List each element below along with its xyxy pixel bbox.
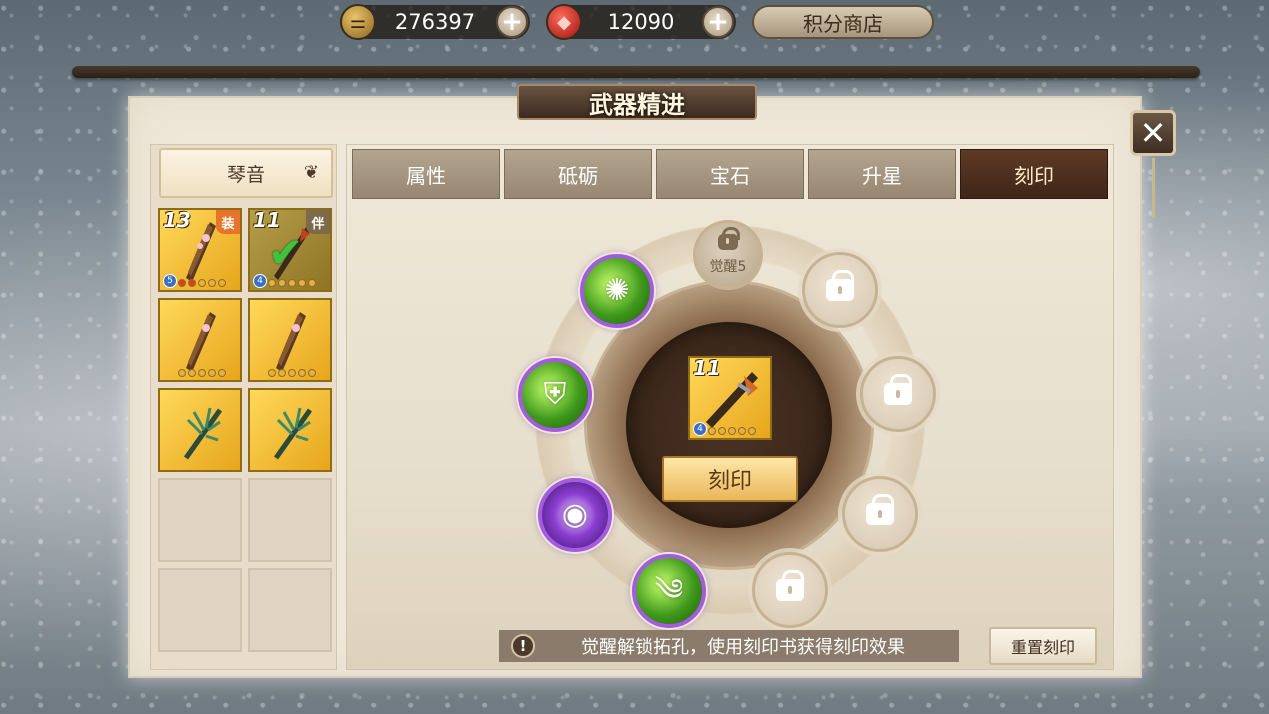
currency-bar: ⚌ 276397 + ◆ 12090 + 积分商店	[340, 2, 934, 42]
red-gem-icon: ◆	[546, 4, 582, 40]
gold-ingot-icon: ⚌	[340, 4, 376, 40]
dropdown-value: 琴音	[226, 163, 265, 186]
equipped-badge: 装	[216, 210, 240, 234]
center-weapon-slot[interactable]: 11 4	[688, 356, 772, 440]
awaken-label: 觉醒5	[709, 259, 747, 275]
green-burst-icon: ✺	[604, 273, 630, 308]
gold-counter: ⚌ 276397 +	[340, 4, 530, 40]
weapon-type-dropdown[interactable]: 琴音 ❦	[159, 148, 333, 198]
lock-icon	[884, 374, 912, 405]
feather-fan-icon	[183, 407, 223, 460]
locked-socket[interactable]	[842, 476, 918, 552]
reset-engrave-button[interactable]: 重置刻印	[989, 627, 1097, 665]
hint-bar: ! 觉醒解锁拓孔，使用刻印书获得刻印效果	[499, 630, 959, 662]
locked-socket[interactable]	[752, 552, 828, 628]
engrave-socket-4[interactable]: ༄	[632, 554, 706, 628]
gold-value: 276397	[394, 10, 476, 34]
tab-star-up[interactable]: 升星	[808, 149, 956, 199]
empty-slot	[248, 478, 332, 562]
window-title: 武器精进	[517, 84, 757, 120]
grade-orb: 4	[253, 274, 267, 288]
close-button[interactable]: ✕	[1130, 110, 1176, 156]
weapon-slot[interactable]: 11 伴 ✔ 4	[248, 208, 332, 292]
tab-gems[interactable]: 宝石	[656, 149, 804, 199]
lock-icon	[776, 570, 804, 601]
star-row	[178, 369, 226, 377]
weapon-slot[interactable]	[158, 298, 242, 382]
locked-socket[interactable]	[802, 252, 878, 328]
weapon-level: 11	[693, 356, 721, 380]
weapon-slot[interactable]	[248, 388, 332, 472]
engrave-socket-3[interactable]: ◉	[538, 478, 612, 552]
hint-text: 觉醒解锁拓孔，使用刻印书获得刻印效果	[581, 637, 905, 658]
gem-counter: ◆ 12090 +	[546, 4, 736, 40]
purple-eye-icon: ◉	[561, 497, 589, 532]
star-row	[708, 427, 756, 435]
awaken-socket[interactable]: 觉醒5	[693, 220, 763, 290]
weapon-slot[interactable]	[158, 388, 242, 472]
weapon-level: 13	[163, 208, 191, 232]
lock-icon	[866, 494, 894, 525]
weapon-slot[interactable]	[248, 298, 332, 382]
close-icon: ✕	[1139, 114, 1167, 152]
add-gold-button[interactable]: +	[496, 6, 528, 38]
engrave-button[interactable]: 刻印	[662, 456, 798, 502]
checkmark-icon: ✔	[268, 228, 304, 277]
empty-slot	[158, 568, 242, 652]
guqin-icon	[276, 312, 306, 372]
lock-icon	[826, 270, 854, 301]
guqin-icon	[186, 312, 216, 372]
green-wind-icon: ༄	[654, 573, 684, 608]
tab-bar: 属性 砥砺 宝石 升星 刻印	[352, 149, 1108, 199]
empty-slot	[248, 568, 332, 652]
chevron-down-icon: ❦	[303, 162, 319, 183]
feather-fan-icon	[273, 407, 313, 460]
tab-attributes[interactable]: 属性	[352, 149, 500, 199]
grade-orb: 4	[693, 422, 707, 436]
grade-orb: 5	[163, 274, 177, 288]
engrave-socket-2[interactable]: ⛨	[518, 358, 592, 432]
add-gem-button[interactable]: +	[702, 6, 734, 38]
tassel-decoration	[1152, 158, 1155, 218]
scroll-rod	[72, 66, 1200, 78]
points-shop-button[interactable]: 积分商店	[752, 5, 934, 39]
locked-socket[interactable]	[860, 356, 936, 432]
star-row	[268, 369, 316, 377]
lock-icon	[718, 227, 740, 250]
star-row	[268, 279, 316, 287]
jade-shield-icon: ⛨	[543, 377, 567, 412]
empty-slot	[158, 478, 242, 562]
tab-engrave[interactable]: 刻印	[960, 149, 1108, 199]
warning-icon: !	[511, 634, 535, 658]
star-row	[178, 279, 226, 287]
gem-value: 12090	[607, 10, 675, 34]
companion-badge: 伴	[306, 210, 330, 234]
tab-temper[interactable]: 砥砺	[504, 149, 652, 199]
weapon-slot[interactable]: 13 装 5	[158, 208, 242, 292]
engrave-socket-1[interactable]: ✺	[580, 254, 654, 328]
